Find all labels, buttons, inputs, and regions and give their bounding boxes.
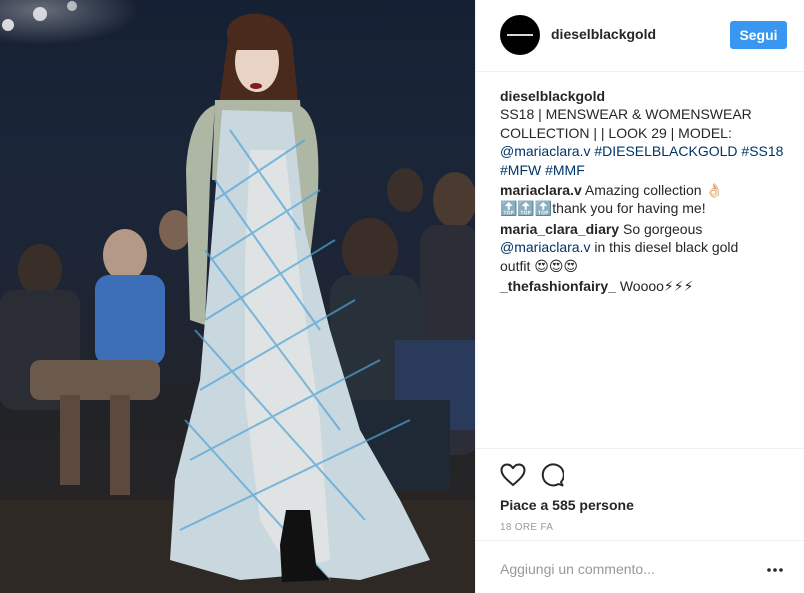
- comment-text: Amazing collection 👌🏻: [584, 182, 723, 199]
- mention-link[interactable]: @mariaclara.v: [500, 239, 590, 255]
- comment-form: [476, 540, 804, 593]
- heart-icon[interactable]: [500, 463, 526, 487]
- comment-item: _thefashionfairy_ Woooo⚡⚡⚡: [500, 277, 792, 295]
- hashtag-link[interactable]: #MFW: [500, 162, 541, 178]
- caption-username-link[interactable]: dieselblackgold: [500, 88, 605, 104]
- comment-input[interactable]: [500, 559, 750, 579]
- comment-icon[interactable]: [540, 463, 564, 487]
- avatar[interactable]: [500, 15, 540, 55]
- header-username-link[interactable]: dieselblackgold: [551, 26, 656, 42]
- runway-photo-art: [0, 1, 475, 593]
- post-header: dieselblackgold Segui: [476, 0, 804, 72]
- avatar-logo-mark: [507, 34, 533, 36]
- post-timestamp[interactable]: 18 ORE FA: [500, 522, 553, 533]
- comment-text-line2: 🔝🔝🔝thank you for having me!: [500, 200, 706, 217]
- likes-count[interactable]: Piace a 585 persone: [500, 497, 634, 513]
- comments-list: dieselblackgold SS18 | MENSWEAR & WOMENS…: [500, 87, 792, 295]
- comment-username-link[interactable]: maria_clara_diary: [500, 221, 619, 237]
- comment-username-link[interactable]: _thefashionfairy_: [500, 278, 616, 294]
- comment-text-line2: in this diesel black gold: [594, 239, 739, 256]
- follow-button[interactable]: Segui: [730, 21, 787, 49]
- comment-item: maria_clara_diary So gorgeous @mariaclar…: [500, 220, 792, 275]
- caption: dieselblackgold SS18 | MENSWEAR & WOMENS…: [500, 87, 792, 179]
- hashtag-link[interactable]: #MMF: [545, 162, 585, 178]
- hashtag-link[interactable]: #SS18: [741, 143, 783, 159]
- mention-link[interactable]: @mariaclara.v: [500, 143, 590, 159]
- hashtag-link[interactable]: #DIESELBLACKGOLD: [594, 143, 737, 159]
- comment-text: So gorgeous: [622, 220, 703, 237]
- more-options-icon[interactable]: [767, 568, 783, 572]
- comment-text-line3: outfit 😍😍😍: [500, 257, 579, 274]
- post-photo[interactable]: [0, 0, 475, 593]
- comment-item: mariaclara.v Amazing collection 👌🏻 🔝🔝🔝th…: [500, 181, 792, 218]
- caption-text-line1: SS18 | MENSWEAR & WOMENSWEAR: [500, 106, 752, 123]
- post-details-panel: dieselblackgold Segui dieselblackgold SS…: [475, 0, 804, 593]
- caption-text-line2: COLLECTION | | LOOK 29 | MODEL:: [500, 124, 732, 141]
- comment-username-link[interactable]: mariaclara.v: [500, 182, 582, 198]
- comment-text: Woooo⚡⚡⚡: [619, 278, 694, 295]
